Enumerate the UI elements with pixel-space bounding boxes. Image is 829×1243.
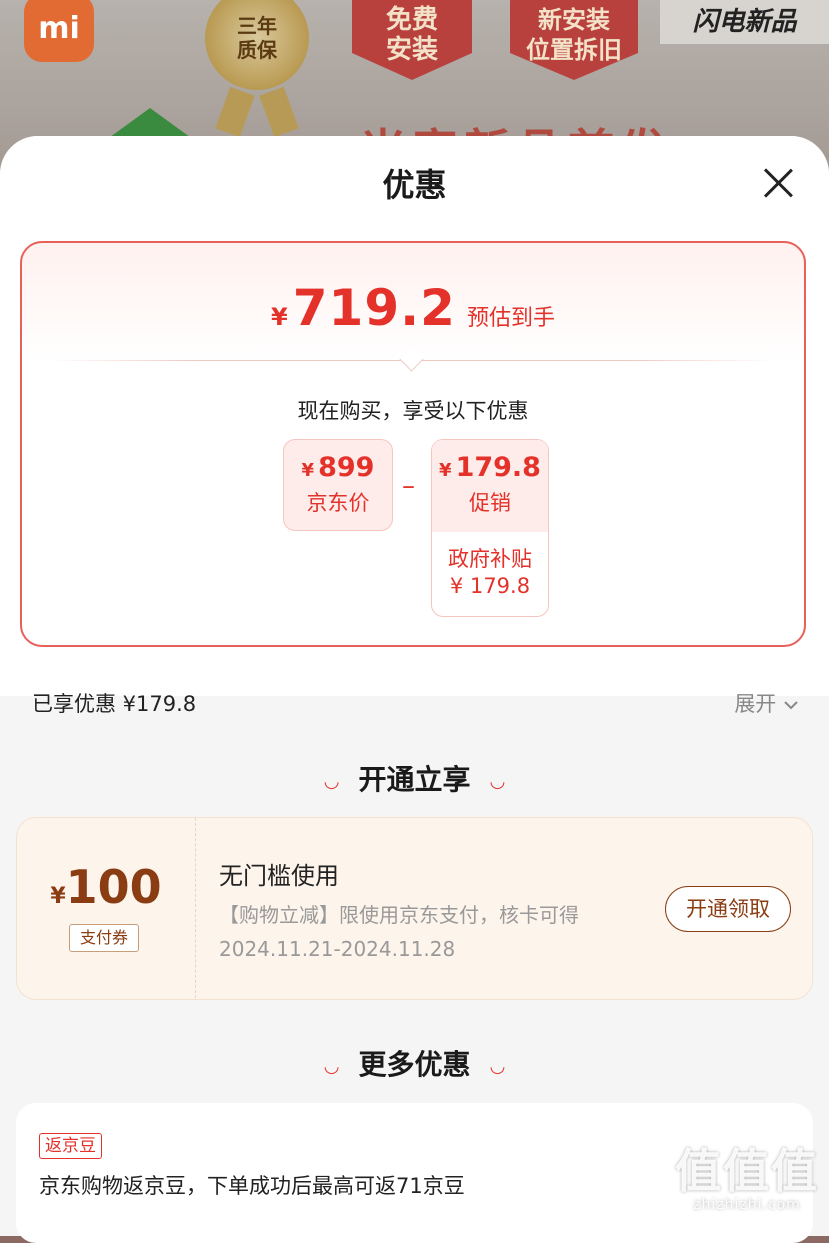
medal-ribbon (215, 86, 255, 138)
smile-icon: ◡ (490, 1055, 505, 1077)
divider-notch (399, 347, 424, 372)
estimated-amount: 719.2 (292, 279, 456, 337)
smile-icon: ◡ (324, 1055, 339, 1077)
smile-icon: ◡ (490, 770, 505, 792)
minus-sign: – (402, 471, 415, 501)
price-breakdown-card: ¥ 719.2 预估到手 现在购买，享受以下优惠 ¥899 京东价 – ¥179… (20, 241, 806, 647)
estimated-price: ¥ 719.2 预估到手 (270, 279, 556, 337)
discount-sheet: 优惠 ¥ 719.2 预估到手 现在购买，享受以下优惠 ¥899 京东价 – ¥… (0, 136, 829, 1243)
mi-logo: mi (24, 0, 94, 62)
subsidy-value: ¥ 179.8 (449, 574, 531, 598)
jd-price-box: ¥899 京东价 (283, 439, 393, 531)
smile-icon: ◡ (324, 770, 339, 792)
coupon-type-tag: 支付券 (69, 924, 139, 952)
chevron-down-icon (784, 701, 798, 710)
coupon-value-area: ¥100 支付券 (17, 818, 196, 998)
coupon-card: ¥100 支付券 无门槛使用 【购物立减】限使用京东支付，核卡可得 2024.1… (16, 817, 813, 1000)
coupon-title: 无门槛使用 (219, 862, 339, 890)
warranty-medal: 三年 质保 (205, 0, 309, 90)
recycle-old-badge: 新安装 位置拆旧 (510, 0, 638, 80)
coupon-amount: ¥100 (50, 860, 162, 914)
flash-new-logo: 闪电新品 (660, 0, 829, 44)
watermark: 值值值 zhizhizhi.com (675, 1144, 819, 1213)
promo-value: 179.8 (455, 452, 541, 483)
bean-text: 京东购物返京豆，下单成功后最高可返71京豆 (39, 1174, 465, 1198)
coupon-desc: 【购物立减】限使用京东支付，核卡可得 (219, 903, 579, 927)
promo-label: 促销 (469, 491, 511, 515)
expand-button[interactable]: 展开 (734, 688, 799, 718)
free-install-badge: 免费 安装 (352, 0, 472, 80)
sheet-title: 优惠 (382, 166, 447, 204)
enjoyed-discount-text: 已享优惠 ¥179.8 (32, 692, 197, 716)
section-title-more: ◡ 更多优惠 ◡ (324, 1048, 505, 1081)
estimated-label: 预估到手 (467, 306, 556, 331)
jd-price-value: 899 (318, 452, 375, 483)
coupon-date: 2024.11.21-2024.11.28 (219, 937, 456, 961)
jd-price-label: 京东价 (306, 491, 370, 515)
section-title-open: ◡ 开通立享 ◡ (324, 763, 505, 796)
open-claim-button[interactable]: 开通领取 (665, 886, 791, 932)
subsidy-label: 政府补贴 (448, 547, 532, 571)
bean-tag: 返京豆 (39, 1133, 102, 1159)
promo-box: ¥179.8 促销 政府补贴 ¥ 179.8 (431, 439, 549, 617)
close-icon[interactable] (761, 166, 795, 200)
breakdown-intro: 现在购买，享受以下优惠 (297, 399, 529, 423)
medal-ribbon (259, 86, 299, 138)
